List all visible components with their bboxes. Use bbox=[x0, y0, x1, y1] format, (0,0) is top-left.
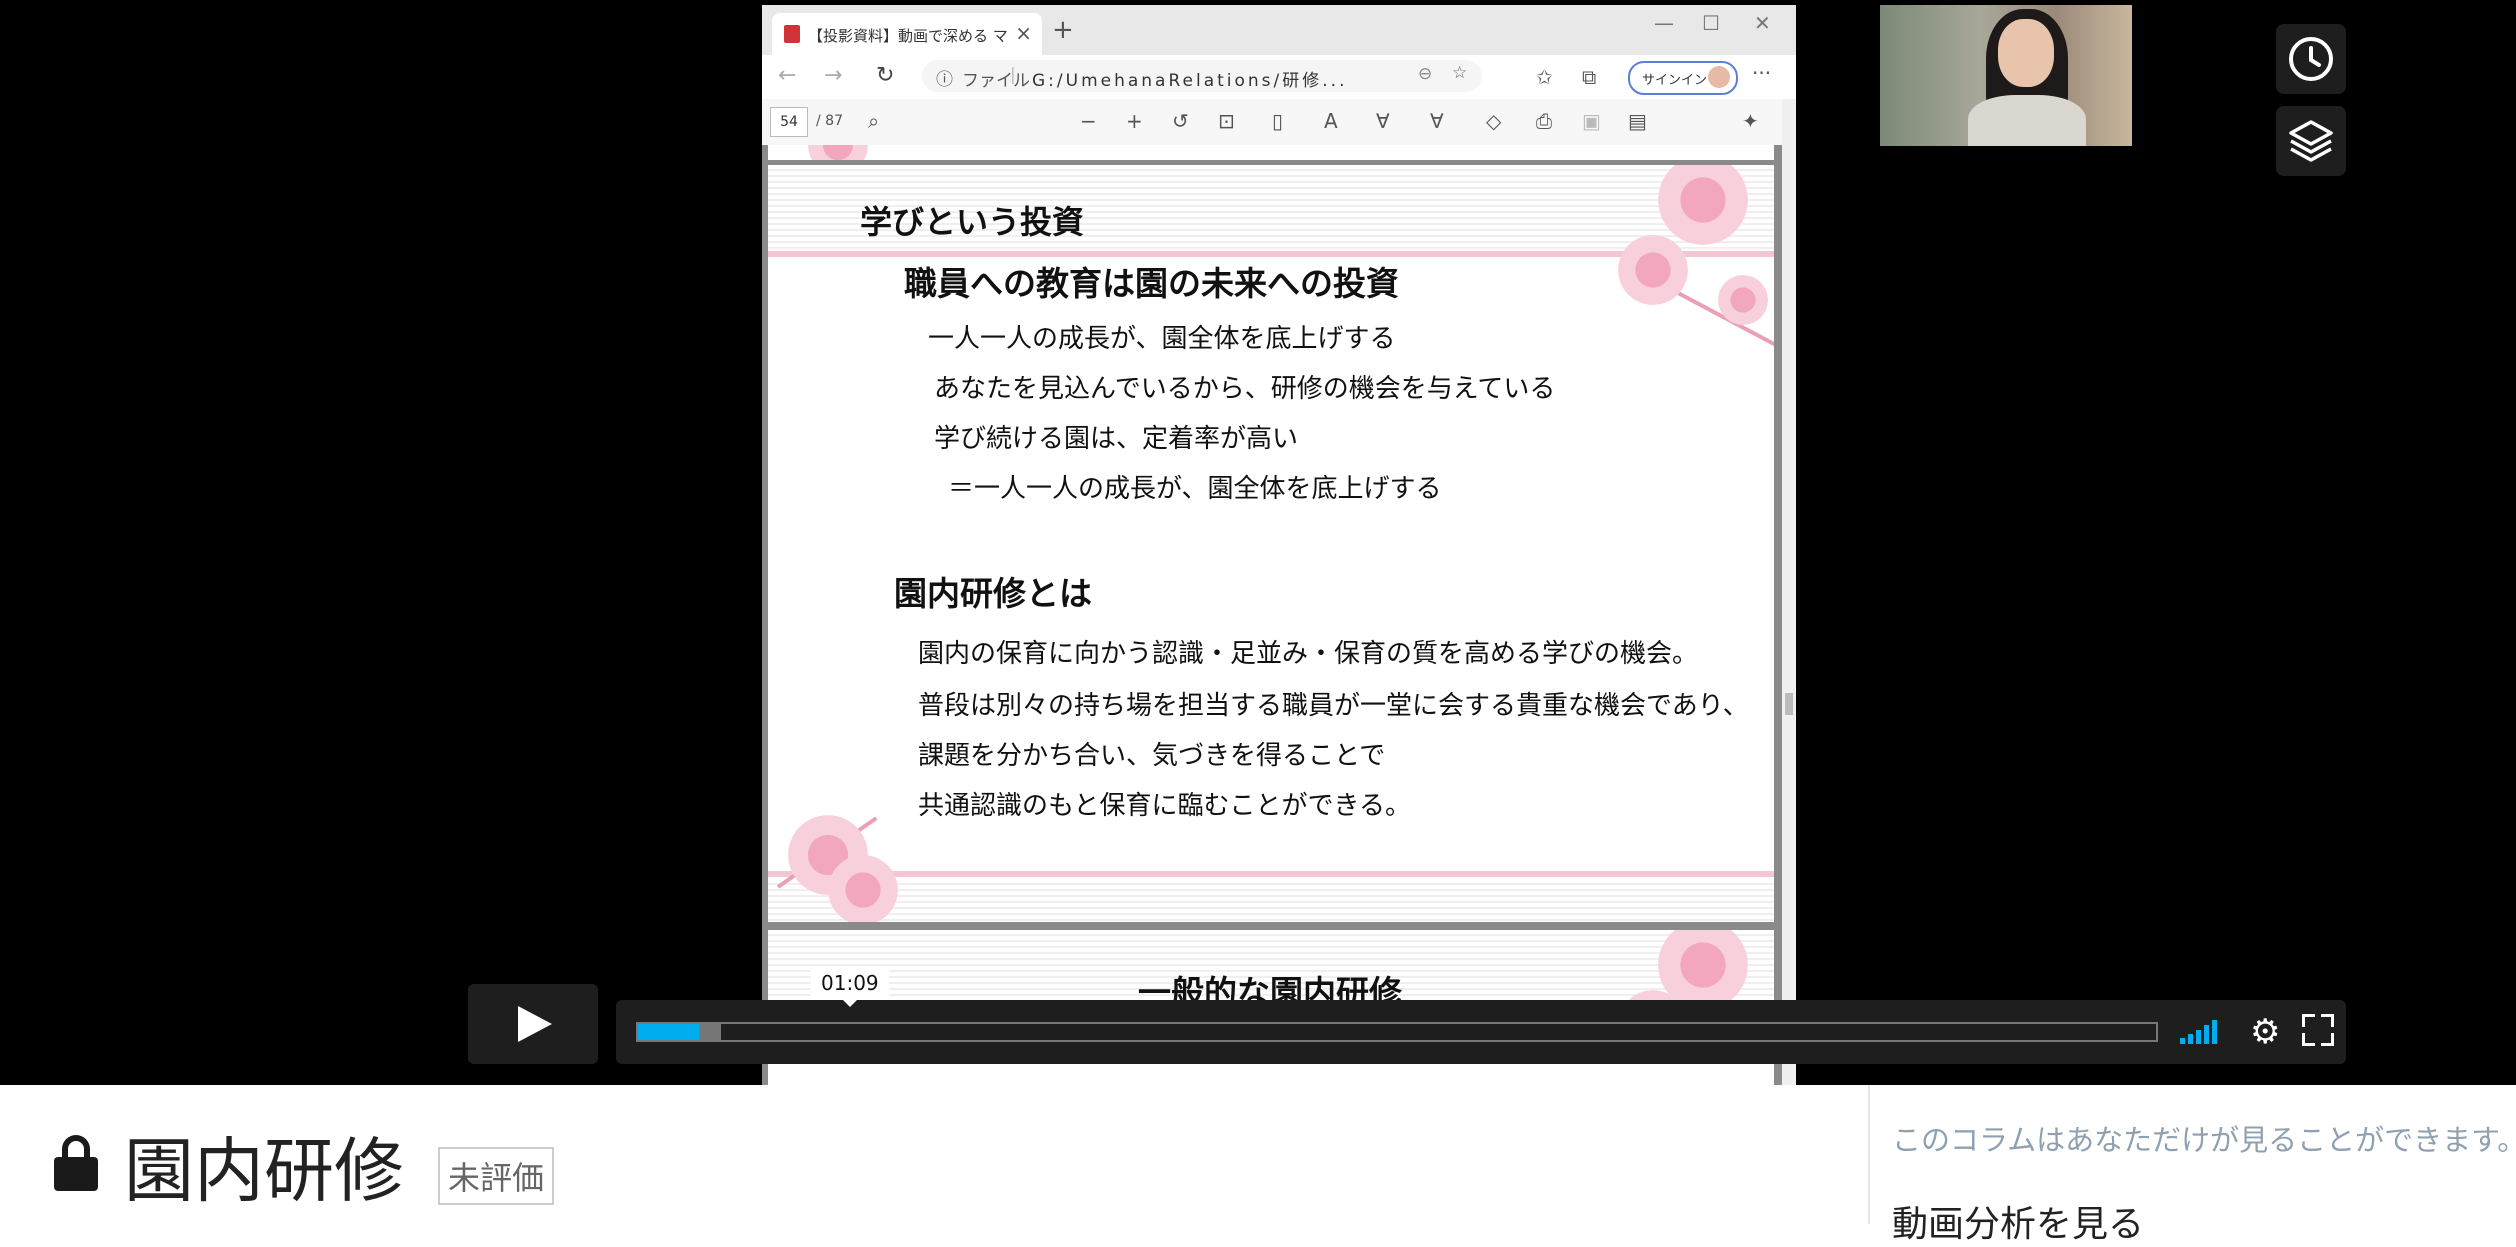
favorites-icon: ✩ bbox=[1536, 65, 1553, 89]
played-bar bbox=[638, 1024, 699, 1040]
pdf-file-icon bbox=[784, 25, 800, 43]
slide-text-line: ＝一人一人の成長が、園全体を底上げする bbox=[948, 474, 1442, 504]
read-aloud-icon: A bbox=[1324, 109, 1338, 133]
blossom-decoration bbox=[808, 145, 868, 160]
presenter-face bbox=[1998, 19, 2054, 87]
volume-bar bbox=[2188, 1034, 2193, 1044]
site-info-icon: ⓘ bbox=[936, 70, 953, 90]
browser-tab-bar: 【投影資料】動画で深める マネジメ × + — ☐ ✕ bbox=[762, 5, 1796, 55]
blossom-decoration bbox=[828, 855, 898, 922]
slide-text-line: あなたを見込んでいるから、研修の機会を与えている bbox=[934, 374, 1556, 404]
save-as-icon: ▤ bbox=[1628, 109, 1647, 133]
slide-title: 学びという投資 bbox=[860, 203, 1085, 241]
pin-toolbar-icon: ✦ bbox=[1742, 109, 1759, 133]
zoom-in-icon: + bbox=[1126, 109, 1143, 133]
signin-button: サインイン bbox=[1628, 61, 1738, 95]
slide-text-line: 学び続ける園は、定着率が高い bbox=[934, 424, 1299, 454]
slide-text-line: 共通認識のもと保育に臨むことができる。 bbox=[918, 791, 1411, 821]
zoom-icon: ⊖ bbox=[1418, 64, 1433, 84]
slide-text-line: 園内の保育に向かう認識・足並み・保育の質を高める学びの機会。 bbox=[918, 639, 1699, 669]
address-bar: ← → ↻ ⓘ ファイル | G:/UmehanaRelations/研修...… bbox=[762, 55, 1796, 100]
video-player[interactable]: 【投影資料】動画で深める マネジメ × + — ☐ ✕ ← → ↻ ⓘ ファイル… bbox=[0, 0, 2516, 1085]
volume-bar bbox=[2212, 1020, 2217, 1044]
fit-page-icon: ⊡ bbox=[1218, 109, 1235, 133]
file-scheme-label: ファイル bbox=[962, 71, 1030, 91]
maximize-icon: ☐ bbox=[1702, 11, 1720, 35]
save-icon: ▣ bbox=[1582, 109, 1601, 133]
slide-heading: 職員への教育は園の未来への投資 bbox=[904, 264, 1399, 303]
slide-text-line: 普段は別々の持ち場を担当する職員が一堂に会する貴重な機会であり、 bbox=[918, 691, 1749, 721]
clock-icon bbox=[2289, 37, 2333, 81]
reload-icon: ↻ bbox=[876, 63, 895, 88]
watch-later-button[interactable] bbox=[2276, 24, 2346, 94]
browser-tab-title: 【投影資料】動画で深める マネジメ bbox=[808, 27, 1008, 45]
fullscreen-icon[interactable] bbox=[2302, 1014, 2334, 1046]
forward-icon: → bbox=[824, 63, 843, 88]
url-text: G:/UmehanaRelations/研修... bbox=[1032, 71, 1348, 91]
play-icon bbox=[518, 1006, 552, 1042]
control-bar: 01:09 ⚙ bbox=[616, 966, 2346, 1064]
pdf-scrollbar bbox=[1782, 99, 1796, 1085]
window-close-icon: ✕ bbox=[1754, 11, 1771, 35]
layers-icon bbox=[2289, 120, 2333, 162]
settings-gear-icon[interactable]: ⚙ bbox=[2250, 1012, 2280, 1052]
more-icon: ··· bbox=[1752, 61, 1772, 85]
page-total: / 87 bbox=[816, 113, 843, 129]
url-separator: | bbox=[1010, 65, 1016, 85]
erase-icon: ◇ bbox=[1486, 109, 1502, 133]
page-content: 園内研修 未評価 このコラムはあなただけが見ることができます。 動画分析を見る bbox=[0, 1085, 2516, 1245]
new-tab-icon: + bbox=[1052, 15, 1074, 45]
pdf-scroll-thumb bbox=[1785, 693, 1793, 715]
lock-icon bbox=[54, 1135, 98, 1191]
pdf-toolbar: 54 / 87 ⌕ − + ↺ ⊡ ▯ A ∀ ∀ ◇ ⎙ ▣ ▤ ✦ bbox=[762, 99, 1796, 146]
page-number-input: 54 bbox=[770, 107, 808, 137]
highlight-icon: ∀ bbox=[1430, 109, 1444, 133]
volume-bar bbox=[2204, 1025, 2209, 1044]
draw-icon: ∀ bbox=[1376, 109, 1390, 133]
slide-prev-edge bbox=[768, 145, 1774, 160]
rating-badge: 未評価 bbox=[438, 1147, 555, 1205]
pdf-browser-window: 【投影資料】動画で深める マネジメ × + — ☐ ✕ ← → ↻ ⓘ ファイル… bbox=[762, 5, 1796, 1085]
presenter-webcam bbox=[1880, 5, 2132, 146]
print-icon: ⎙ bbox=[1536, 109, 1552, 133]
blossom-decoration bbox=[1618, 235, 1688, 305]
slide-footer-stripes bbox=[768, 879, 1774, 922]
private-column-note: このコラムはあなただけが見ることができます。 bbox=[1892, 1123, 2516, 1157]
signin-label: サインイン bbox=[1642, 73, 1708, 88]
zoom-out-icon: − bbox=[1080, 109, 1097, 133]
collections-button[interactable] bbox=[2276, 106, 2346, 176]
presenter-body bbox=[1968, 95, 2086, 146]
favorite-star-icon: ☆ bbox=[1452, 63, 1468, 83]
player-controls: 01:09 ⚙ bbox=[468, 966, 2348, 1064]
page-view-icon: ▯ bbox=[1272, 109, 1284, 133]
sidebar-divider bbox=[1868, 1085, 1870, 1224]
slide-footer-band bbox=[768, 871, 1774, 877]
profile-avatar bbox=[1708, 66, 1730, 88]
back-icon: ← bbox=[778, 63, 797, 88]
pdf-viewport: 学びという投資 職員への教育は園の未来への投資 一人一人の成長が、園全体を底上げ… bbox=[762, 145, 1796, 1085]
collections-icon: ⧉ bbox=[1582, 65, 1597, 89]
page-title: 園内研修 bbox=[124, 1130, 404, 1212]
blossom-decoration bbox=[1718, 275, 1768, 325]
video-analysis-link[interactable]: 動画分析を見る bbox=[1892, 1195, 2144, 1247]
pdf-slide-current: 学びという投資 職員への教育は園の未来への投資 一人一人の成長が、園全体を底上げ… bbox=[768, 165, 1774, 922]
slide-text-line: 課題を分かち合い、気づきを得ることで bbox=[918, 741, 1386, 771]
volume-bar bbox=[2196, 1030, 2201, 1044]
progress-track[interactable] bbox=[636, 1022, 2158, 1042]
slide-text-line: 一人一人の成長が、園全体を底上げする bbox=[928, 324, 1396, 354]
minimize-icon: — bbox=[1654, 11, 1674, 35]
rotate-icon: ↺ bbox=[1172, 109, 1189, 133]
play-button[interactable] bbox=[468, 984, 598, 1064]
url-box: ⓘ ファイル | G:/UmehanaRelations/研修... ⊖ ☆ bbox=[922, 60, 1482, 92]
find-icon: ⌕ bbox=[868, 109, 880, 133]
slide-heading: 園内研修とは bbox=[894, 574, 1092, 613]
time-tooltip: 01:09 bbox=[811, 966, 889, 1007]
browser-tab: 【投影資料】動画で深める マネジメ × bbox=[772, 13, 1042, 55]
tab-close-icon: × bbox=[1015, 21, 1032, 45]
volume-bar bbox=[2180, 1038, 2185, 1044]
